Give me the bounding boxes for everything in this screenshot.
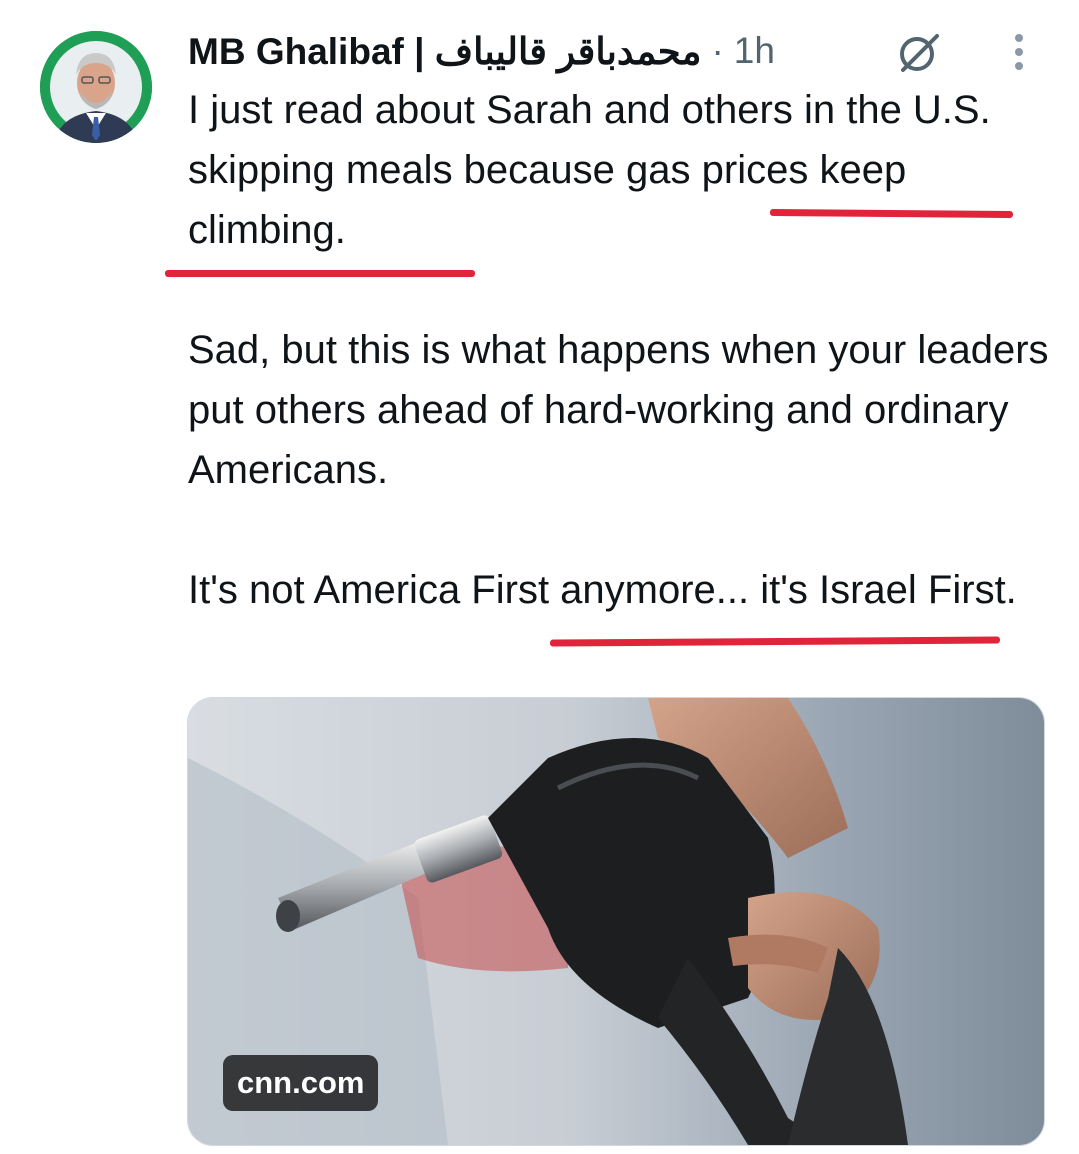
grok-icon[interactable] [895,28,943,76]
tweet-paragraph-3: It's not America First anymore... it's I… [188,568,1017,612]
avatar[interactable] [40,31,152,143]
red-underline-keep-climbing [165,270,475,277]
tweet-paragraph-1: I just read about Sarah and others in th… [188,88,991,252]
avatar-photo [40,31,152,143]
author-name[interactable]: MB Ghalibaf | محمدباقر قالیباف [188,30,701,73]
tweet-header: MB Ghalibaf | محمدباقر قالیباف · 1h [188,20,775,82]
tweet-text: I just read about Sarah and others in th… [188,80,1068,620]
red-underline-anymore-israel [549,636,1001,647]
link-card[interactable]: cnn.com [187,697,1045,1146]
tweet-paragraph-2: Sad, but this is what happens when your … [188,328,1049,492]
separator: · [711,30,724,71]
timestamp[interactable]: 1h [734,30,775,72]
more-vertical-icon[interactable] [1002,30,1038,74]
card-domain-badge: cnn.com [223,1055,379,1111]
